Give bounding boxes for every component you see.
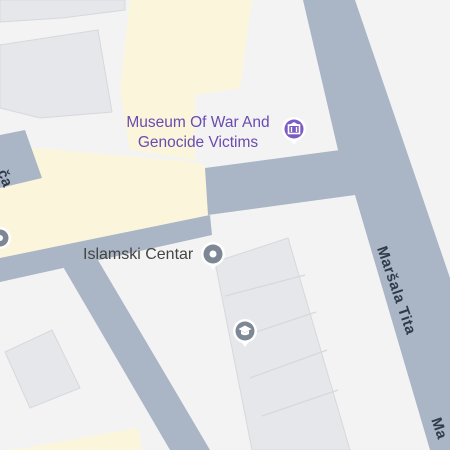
graduation-cap-icon[interactable] [231, 317, 259, 349]
museum-name-line1: Museum Of War And [126, 114, 270, 131]
map-marker-icon[interactable] [0, 226, 12, 252]
museum-name-line2: Genocide Victims [137, 134, 259, 151]
museum-label[interactable]: Museum Of War And Genocide Victims [118, 113, 278, 153]
place-dot-icon[interactable] [199, 240, 227, 272]
islamski-centar-label[interactable]: Islamski Centar [83, 245, 193, 265]
map-base [0, 0, 450, 450]
building-upper-left [0, 29, 113, 119]
map-view[interactable]: Museum Of War And Genocide Victims Islam… [0, 0, 450, 450]
museum-icon[interactable] [279, 115, 309, 147]
